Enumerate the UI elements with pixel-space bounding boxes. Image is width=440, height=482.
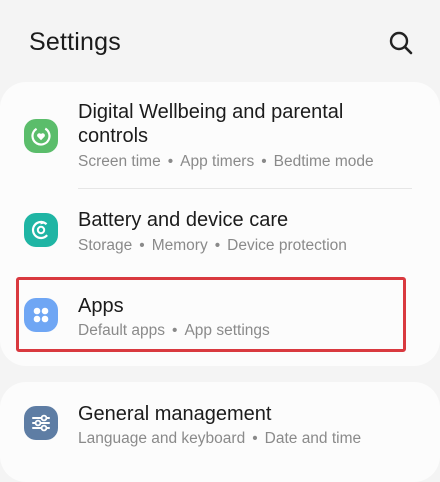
top-bar: Settings	[0, 0, 440, 84]
item-subtitle: Screen time • App timers • Bedtime mode	[78, 152, 374, 171]
settings-item-battery-device-care[interactable]: Battery and device care Storage • Memory • D…	[0, 189, 440, 272]
separator-dot: •	[252, 430, 258, 447]
subtitle-part: Memory	[151, 237, 208, 254]
page-title: Settings	[29, 28, 121, 56]
separator-dot: •	[139, 237, 145, 254]
subtitle-part: App timers	[180, 153, 255, 170]
settings-card-secondary: General management Language and keyboard…	[0, 382, 440, 482]
subtitle-part: Date and time	[264, 430, 362, 447]
item-subtitle: Language and keyboard • Date and time	[78, 429, 361, 448]
separator-dot: •	[261, 153, 267, 170]
item-label: General management	[78, 403, 272, 425]
selection-highlight	[16, 277, 406, 352]
wellbeing-heart-icon	[24, 119, 58, 153]
search-icon[interactable]	[388, 30, 414, 56]
item-label: Battery and device care	[78, 209, 289, 231]
item-label-line2: controls	[78, 125, 149, 147]
settings-item-digital-wellbeing[interactable]: Digital Wellbeing and parental controls …	[0, 82, 440, 188]
item-subtitle: Storage • Memory • Device protection	[78, 236, 347, 255]
device-care-icon	[24, 213, 58, 247]
item-label-line1: Digital Wellbeing and parental	[78, 101, 344, 123]
settings-item-general-management[interactable]: General management Language and keyboard…	[0, 382, 440, 466]
sliders-icon	[24, 406, 58, 440]
subtitle-part: Language and keyboard	[78, 430, 246, 447]
subtitle-part: Bedtime mode	[273, 153, 374, 170]
separator-dot: •	[167, 153, 174, 170]
subtitle-part: Storage	[78, 237, 133, 254]
separator-dot: •	[214, 237, 221, 254]
subtitle-part: Device protection	[227, 237, 347, 254]
subtitle-part: Screen time	[78, 153, 161, 170]
